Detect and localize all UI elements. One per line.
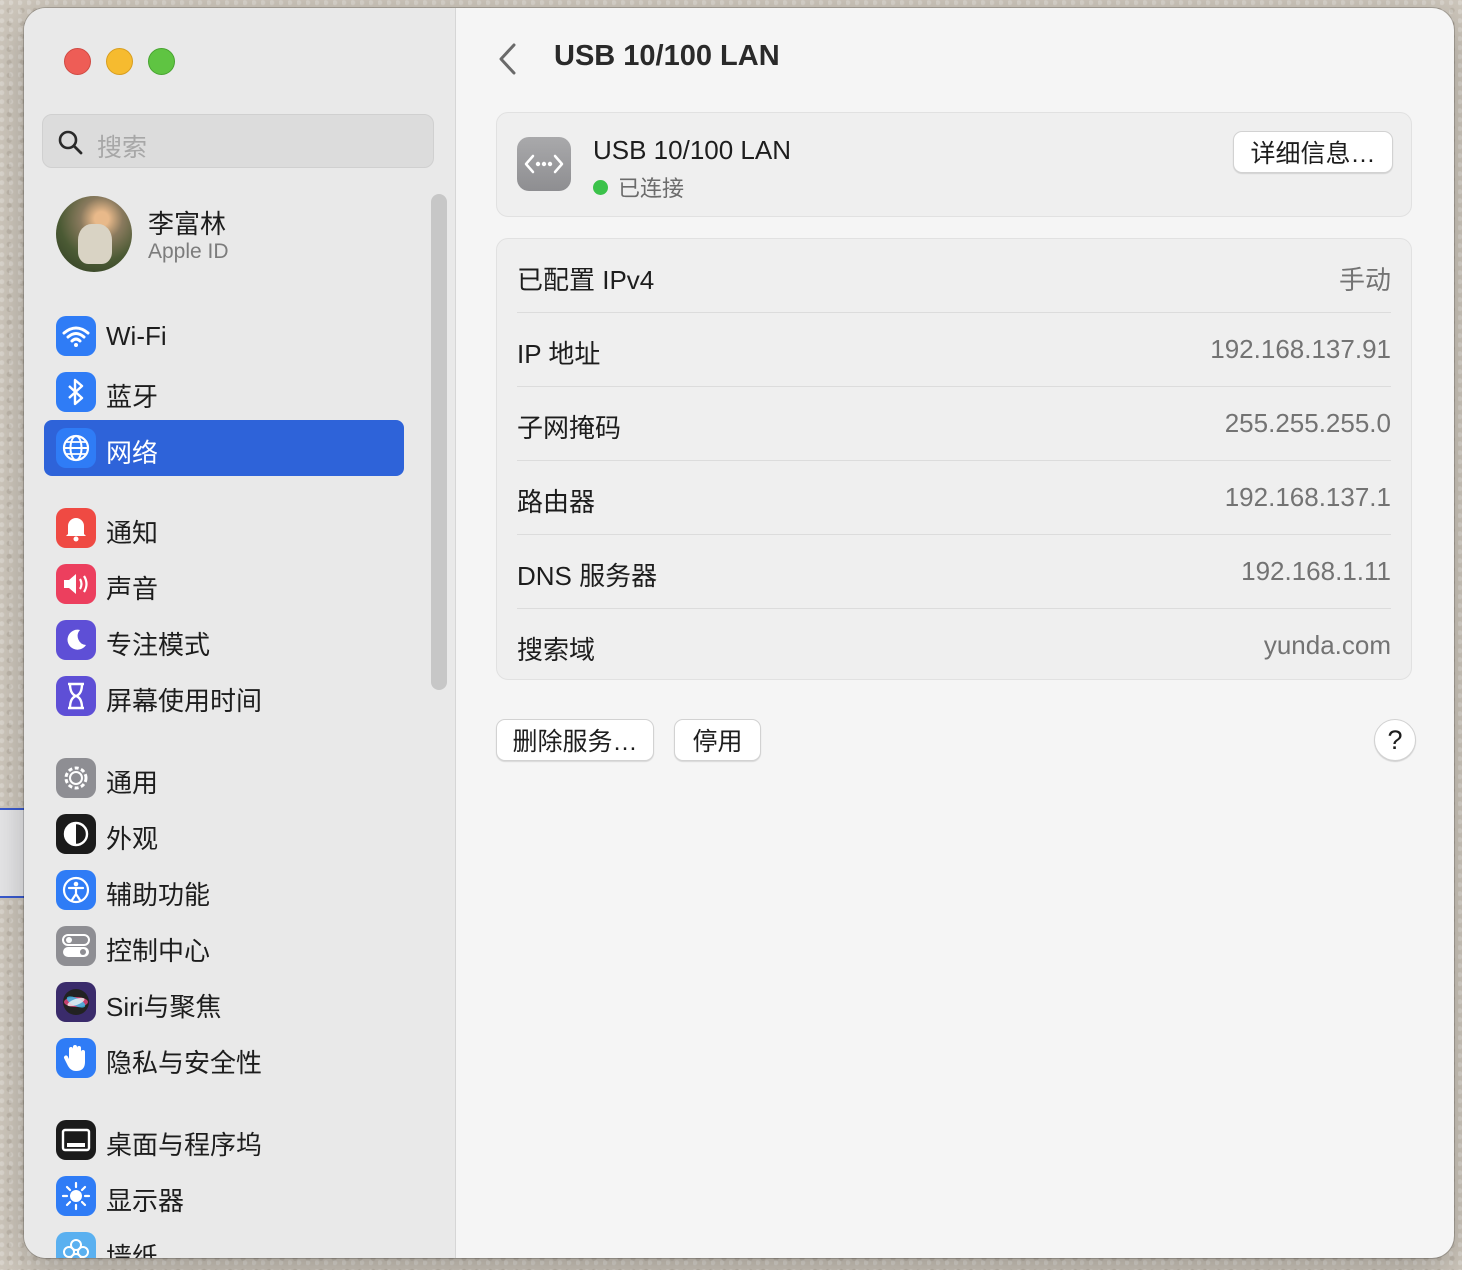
sidebar-item-label: 控制中心	[106, 936, 211, 966]
network-info-card: 已配置 IPv4 手动 IP 地址 192.168.137.91 子网掩码 255.255…	[496, 238, 1412, 680]
minimize-button[interactable]	[106, 48, 133, 75]
sidebar-item-label: Wi-Fi	[106, 321, 167, 351]
info-value: 手动	[1338, 265, 1391, 295]
info-value: 255.255.255.0	[1224, 408, 1391, 438]
info-key: DNS 服务器	[517, 561, 658, 591]
sidebar-item-label: 屏幕使用时间	[106, 686, 263, 716]
status-text: 已连接	[618, 176, 685, 201]
sidebar-item-label: 桌面与程序坞	[106, 1130, 263, 1160]
sidebar-item-sun[interactable]: 显示器	[44, 1168, 404, 1224]
service-name: USB 10/100 LAN	[593, 135, 792, 165]
search-icon	[58, 130, 83, 155]
sidebar-item-hand[interactable]: 隐私与安全性	[44, 1030, 404, 1086]
sidebar-item-label: 通用	[106, 768, 159, 798]
sidebar-scrollbar[interactable]	[431, 194, 447, 690]
sidebar-item-label: 声音	[106, 574, 159, 604]
control-center-icon	[56, 926, 96, 966]
info-row: DNS 服务器 192.168.1.11	[517, 535, 1391, 609]
info-value: 192.168.137.91	[1210, 334, 1391, 364]
bluetooth-icon	[56, 372, 96, 412]
moon-icon	[56, 620, 96, 660]
search-placeholder: 搜索	[97, 134, 148, 162]
sidebar-item-wifi[interactable]: Wi-Fi	[44, 308, 404, 364]
status-dot-icon	[593, 180, 608, 195]
sun-icon	[56, 1176, 96, 1216]
avatar	[56, 196, 132, 272]
info-row: 子网掩码 255.255.255.0	[517, 387, 1391, 461]
appearance-icon	[56, 814, 96, 854]
info-value: yunda.com	[1263, 630, 1391, 660]
sidebar-item-moon[interactable]: 专注模式	[44, 612, 404, 668]
hourglass-icon	[56, 676, 96, 716]
sidebar-item-label: 墙纸	[106, 1242, 159, 1258]
disable-button[interactable]: 停用	[674, 719, 761, 761]
profile-name: 李富林	[148, 209, 227, 239]
window-controls	[64, 48, 175, 75]
sidebar-item-bell[interactable]: 通知	[44, 500, 404, 556]
back-chevron-icon[interactable]	[496, 42, 520, 76]
sidebar-item-appearance[interactable]: 外观	[44, 806, 404, 862]
service-card: USB 10/100 LAN 已连接 详细信息…	[496, 112, 1412, 217]
sidebar-item-label: 显示器	[106, 1186, 185, 1216]
search-field[interactable]: 搜索	[42, 114, 434, 168]
sidebar-item-gear[interactable]: 通用	[44, 750, 404, 806]
system-settings-window: 搜索 李富林 Apple ID Wi-Fi 蓝牙网络通知声音专注模式屏幕使用时间通…	[24, 8, 1454, 1258]
sidebar-item-label: 专注模式	[106, 630, 211, 660]
sidebar-item-siri[interactable]: Siri与聚焦	[44, 974, 404, 1030]
delete-service-button[interactable]: 删除服务…	[496, 719, 654, 761]
info-key: 子网掩码	[517, 413, 622, 443]
info-row: 搜索域 yunda.com	[517, 609, 1391, 683]
speaker-icon	[56, 564, 96, 604]
sidebar-item-label: Siri与聚焦	[106, 992, 222, 1022]
sidebar-item-label: 蓝牙	[106, 382, 159, 412]
page-title: USB 10/100 LAN	[554, 40, 780, 72]
profile-subtitle: Apple ID	[148, 240, 229, 263]
info-row: 已配置 IPv4 手动	[517, 239, 1391, 313]
info-key: 已配置 IPv4	[517, 265, 655, 295]
info-key: 搜索域	[517, 635, 596, 665]
zoom-button[interactable]	[148, 48, 175, 75]
siri-icon	[56, 982, 96, 1022]
sidebar-item-accessibility[interactable]: 辅助功能	[44, 862, 404, 918]
info-value: 192.168.1.11	[1241, 556, 1391, 586]
sidebar-item-flower[interactable]: 墙纸	[44, 1224, 404, 1258]
hand-icon	[56, 1038, 96, 1078]
info-key: 路由器	[517, 487, 596, 517]
main-pane: USB 10/100 LAN USB 10/100 LAN 已连接 详细信息… …	[456, 8, 1454, 1258]
sidebar-item-dock[interactable]: 桌面与程序坞	[44, 1112, 404, 1168]
info-value: 192.168.137.1	[1224, 482, 1391, 512]
sidebar-item-globe[interactable]: 网络	[44, 420, 404, 476]
sidebar-item-bluetooth[interactable]: 蓝牙	[44, 364, 404, 420]
sidebar: 搜索 李富林 Apple ID Wi-Fi 蓝牙网络通知声音专注模式屏幕使用时间通…	[24, 8, 456, 1258]
globe-icon	[56, 428, 96, 468]
sidebar-item-label: 辅助功能	[106, 880, 211, 910]
sidebar-item-label: 网络	[106, 438, 159, 468]
info-row: IP 地址 192.168.137.91	[517, 313, 1391, 387]
background-window-edge	[0, 808, 24, 898]
info-key: IP 地址	[517, 339, 601, 369]
bell-icon	[56, 508, 96, 548]
sidebar-item-control-center[interactable]: 控制中心	[44, 918, 404, 974]
sidebar-item-speaker[interactable]: 声音	[44, 556, 404, 612]
sidebar-item-label: 通知	[106, 518, 159, 548]
dock-icon	[56, 1120, 96, 1160]
sidebar-item-label: 外观	[106, 824, 159, 854]
sidebar-item-label: 隐私与安全性	[106, 1048, 263, 1078]
details-button[interactable]: 详细信息…	[1233, 131, 1393, 173]
close-button[interactable]	[64, 48, 91, 75]
accessibility-icon	[56, 870, 96, 910]
info-row: 路由器 192.168.137.1	[517, 461, 1391, 535]
gear-icon	[56, 758, 96, 798]
ethernet-icon	[517, 137, 571, 191]
wifi-icon	[56, 316, 96, 356]
flower-icon	[56, 1232, 96, 1258]
sidebar-item-hourglass[interactable]: 屏幕使用时间	[44, 668, 404, 724]
help-button[interactable]: ?	[1374, 719, 1416, 761]
service-status: 已连接	[593, 171, 684, 203]
